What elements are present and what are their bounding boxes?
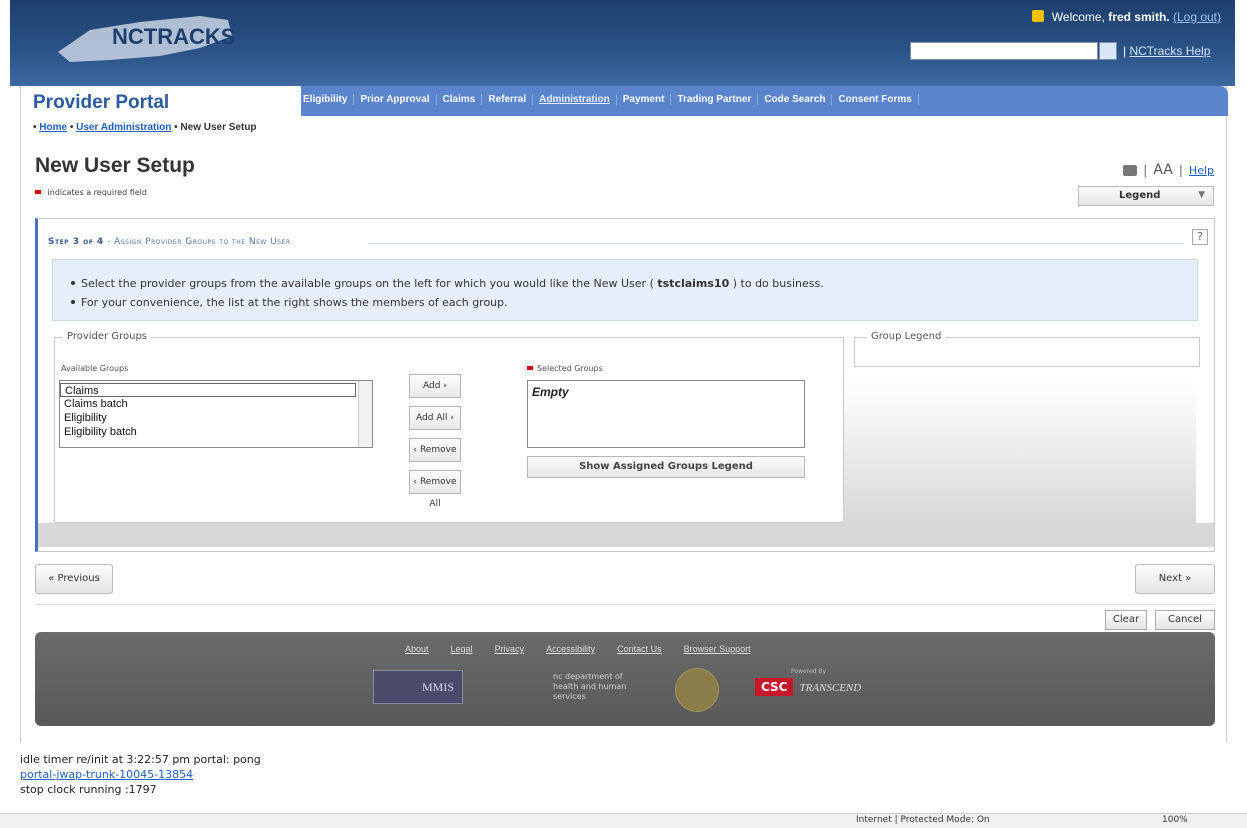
dhhs-logo: nc department of health and human servic…	[553, 672, 627, 701]
main-nav: Eligibility Prior Approval Claims Referr…	[297, 94, 919, 105]
footer-browser-support[interactable]: Browser Support	[684, 644, 751, 654]
portal-tab: Provider Portal	[21, 86, 301, 116]
cancel-button[interactable]: Cancel	[1155, 610, 1215, 630]
footer-about[interactable]: About	[405, 644, 429, 654]
nctracks-help-link[interactable]: NCTracks Help	[1129, 44, 1210, 58]
scrollbar[interactable]	[358, 381, 372, 447]
welcome-prefix: Welcome,	[1051, 10, 1105, 24]
instructions-box: Select the provider groups from the avai…	[52, 259, 1198, 321]
step-title: Step 3 of 4 - Assign Provider Groups to …	[48, 237, 291, 247]
next-button[interactable]: Next »	[1135, 564, 1215, 594]
site-header: NCTRACKS Welcome, fred smith. (Log out) …	[10, 0, 1235, 86]
footer-links: About Legal Privacy Accessibility Contac…	[405, 644, 751, 654]
nav-payment[interactable]: Payment	[617, 94, 672, 105]
footer: About Legal Privacy Accessibility Contac…	[35, 632, 1215, 726]
step-description: - Assign Provider Groups to the New User	[103, 237, 291, 247]
footer-privacy[interactable]: Privacy	[495, 644, 525, 654]
nav-prior-approval[interactable]: Prior Approval	[354, 94, 437, 105]
chevron-down-icon: ▼	[1198, 190, 1205, 200]
clear-button[interactable]: Clear	[1105, 610, 1147, 630]
previous-button[interactable]: « Previous	[35, 564, 113, 594]
remove-all-button[interactable]: ‹ Remove All	[409, 470, 461, 509]
page-title: New User Setup	[35, 154, 195, 177]
zoom-level[interactable]: 100%	[1162, 815, 1188, 825]
welcome-text: Welcome, fred smith. (Log out)	[1032, 10, 1221, 24]
logout-link[interactable]: (Log out)	[1173, 10, 1221, 24]
csc-transcend-logo: Powered By CSC TRANSCEND	[755, 668, 861, 696]
nav-trading-partner[interactable]: Trading Partner	[671, 94, 759, 105]
user-name: fred smith.	[1108, 10, 1170, 24]
help-icon[interactable]: ?	[1192, 229, 1208, 245]
available-groups-label: Available Groups	[61, 364, 129, 373]
nav-administration[interactable]: Administration	[533, 94, 617, 105]
group-legend-panel: Group Legend	[854, 331, 1200, 367]
nav-eligibility[interactable]: Eligibility	[297, 94, 355, 105]
nav-claims[interactable]: Claims	[437, 94, 483, 105]
required-note-text: indicates a required field	[47, 188, 147, 197]
show-legend-button[interactable]: Show Assigned Groups Legend	[527, 456, 805, 478]
mmis-logo: MMIS	[373, 670, 463, 704]
available-groups-list[interactable]: Claims Claims batch Eligibility Eligibil…	[59, 380, 373, 448]
page-tools: | AA | Help	[1123, 162, 1214, 178]
required-note: indicates a required field	[35, 188, 147, 197]
group-legend-label: Group Legend	[867, 331, 946, 342]
background-fade-bottom	[38, 523, 1214, 547]
divider	[368, 243, 1184, 244]
breadcrumb-user-admin[interactable]: User Administration	[76, 122, 171, 133]
text-size-icon[interactable]: AA	[1153, 162, 1173, 178]
footer-accessibility[interactable]: Accessibility	[546, 644, 595, 654]
provider-groups-panel: Provider Groups Available Groups Claims …	[54, 331, 844, 523]
list-item[interactable]: Eligibility	[60, 411, 372, 425]
selected-empty-text: Empty	[532, 385, 569, 399]
new-user-id: tstclaims10	[657, 277, 730, 290]
svg-text:NCTRACKS: NCTRACKS	[112, 24, 235, 49]
search-icon[interactable]	[1099, 42, 1117, 60]
instruction-line-2: For your convenience, the list at the ri…	[71, 293, 1197, 312]
provider-groups-label: Provider Groups	[63, 331, 152, 342]
nav-referral[interactable]: Referral	[482, 94, 534, 105]
step-panel: Step 3 of 4 - Assign Provider Groups to …	[35, 218, 1215, 552]
required-icon	[35, 190, 41, 194]
nctracks-help: | NCTracks Help	[1123, 44, 1210, 58]
portal-title: Provider Portal	[33, 92, 170, 113]
footer-contact[interactable]: Contact Us	[617, 644, 662, 654]
nav-bar: Provider Portal Eligibility Prior Approv…	[21, 86, 1228, 116]
add-all-button[interactable]: Add All ›	[409, 406, 461, 430]
footer-legal[interactable]: Legal	[451, 644, 473, 654]
background-fade	[844, 379, 1196, 523]
help-link[interactable]: Help	[1189, 164, 1214, 177]
list-item[interactable]: Claims batch	[60, 397, 372, 411]
security-zone: Internet | Protected Mode: On	[856, 815, 990, 825]
remove-button[interactable]: ‹ Remove	[409, 438, 461, 462]
search-input[interactable]	[910, 42, 1098, 60]
main-panel: Provider Portal Eligibility Prior Approv…	[20, 86, 1228, 742]
legend-dropdown-label: Legend	[1119, 190, 1161, 201]
nav-code-search[interactable]: Code Search	[758, 94, 833, 105]
selected-groups-list[interactable]: Empty	[527, 380, 805, 448]
build-link[interactable]: portal-jwap-trunk-10045-13854	[20, 767, 261, 782]
breadcrumb-home[interactable]: Home	[39, 122, 67, 133]
legend-dropdown[interactable]: Legend ▼	[1078, 186, 1214, 206]
lock-icon	[1032, 10, 1045, 22]
nctracks-logo[interactable]: NCTRACKS	[50, 6, 240, 70]
nav-consent-forms[interactable]: Consent Forms	[832, 94, 919, 105]
status-line-1: idle timer re/init at 3:22:57 pm portal:…	[20, 753, 261, 766]
state-seal-logo	[675, 668, 719, 712]
browser-statusbar: Internet | Protected Mode: On 100%	[0, 813, 1247, 828]
print-icon[interactable]	[1123, 164, 1138, 176]
debug-status: idle timer re/init at 3:22:57 pm portal:…	[20, 752, 261, 797]
status-line-3: stop clock running :1797	[20, 783, 157, 796]
list-item[interactable]: Claims	[60, 383, 356, 397]
step-number: Step 3 of 4	[48, 237, 104, 247]
divider	[35, 604, 1215, 605]
add-button[interactable]: Add ›	[409, 374, 461, 398]
help-separator: |	[1123, 44, 1127, 58]
breadcrumb: • Home • User Administration • New User …	[33, 122, 257, 133]
breadcrumb-current: New User Setup	[180, 122, 257, 133]
list-item[interactable]: Eligibility batch	[60, 425, 372, 439]
instruction-line-1: Select the provider groups from the avai…	[71, 274, 1197, 293]
selected-groups-label: Selected Groups	[527, 364, 603, 373]
